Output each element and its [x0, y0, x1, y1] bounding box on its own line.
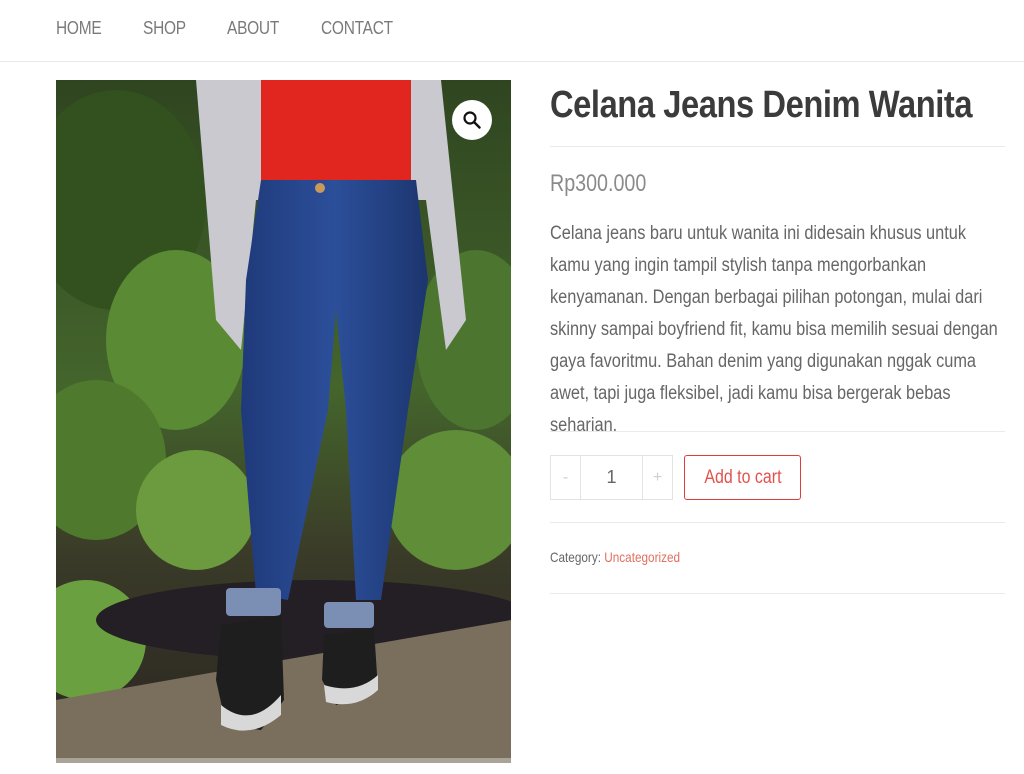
- category-label: Category:: [550, 549, 601, 565]
- red-top: [261, 80, 411, 180]
- quantity-increase-button[interactable]: +: [643, 456, 672, 499]
- image-zoom-button[interactable]: [452, 100, 492, 140]
- divider: [550, 431, 1005, 432]
- product-title: Celana Jeans Denim Wanita: [550, 84, 973, 126]
- nav-menu: HOME SHOP ABOUT CONTACT: [56, 16, 439, 40]
- nav-item-home[interactable]: HOME: [56, 16, 102, 40]
- quantity-input[interactable]: [580, 456, 643, 499]
- product-image[interactable]: [56, 80, 511, 763]
- nav-item-about[interactable]: ABOUT: [227, 16, 279, 40]
- top-navigation: HOME SHOP ABOUT CONTACT: [0, 0, 1024, 62]
- nav-item-shop[interactable]: SHOP: [143, 16, 186, 40]
- quantity-decrease-button[interactable]: -: [551, 456, 580, 499]
- product-meta: Category: Uncategorized: [550, 549, 680, 565]
- product-price: Rp300.000: [550, 170, 647, 197]
- add-to-cart-button[interactable]: Add to cart: [684, 455, 801, 500]
- magnifier-icon: [463, 111, 481, 129]
- quantity-stepper: - +: [550, 455, 673, 500]
- category-link[interactable]: Uncategorized: [604, 549, 680, 565]
- product-summary: Celana Jeans Denim Wanita Rp300.000 Cela…: [550, 80, 1005, 594]
- product-description: Celana jeans baru untuk wanita ini dides…: [550, 223, 998, 436]
- divider: [550, 593, 1005, 594]
- divider: [550, 522, 1005, 523]
- product-photo: [56, 80, 511, 763]
- divider: [550, 146, 1005, 147]
- add-to-cart-form: - + Add to cart: [550, 455, 801, 500]
- add-to-cart-label: Add to cart: [703, 466, 782, 488]
- nav-item-contact[interactable]: CONTACT: [321, 16, 393, 40]
